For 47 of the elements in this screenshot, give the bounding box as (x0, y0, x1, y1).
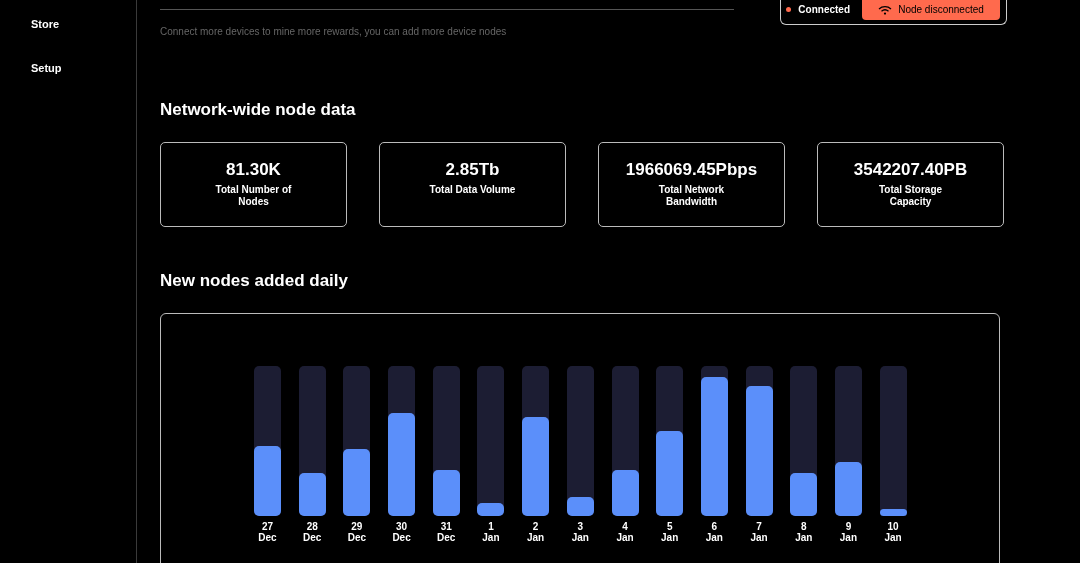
stat-value: 1966069.45Pbps (625, 160, 758, 180)
stat-value: 2.85Tb (445, 160, 500, 180)
date-label: 1 (488, 521, 494, 532)
stat-label: Total Storage Capacity (877, 184, 944, 208)
stat-value: 81.30K (226, 160, 281, 180)
stat-label: Total Number of Nodes (214, 184, 293, 208)
date-label: Jan (750, 532, 768, 543)
date-label: Jan (884, 532, 902, 543)
date-label: 28 (306, 521, 318, 532)
stat-label: Total Network Bandwidth (657, 184, 726, 208)
date-label: Jan (571, 532, 589, 543)
date-label: Dec (258, 532, 277, 543)
sidebar-item[interactable]: Store (31, 18, 60, 30)
date-label: 5 (666, 521, 673, 532)
stat-value: 3542207.40PB (853, 160, 968, 180)
date-label: 31 (440, 521, 452, 532)
date-label: Jan (795, 532, 813, 543)
date-label: 4 (622, 521, 628, 532)
date-label: 6 (711, 521, 718, 532)
wifi-icon (878, 4, 893, 15)
date-label: Dec (437, 532, 456, 543)
status-dot (786, 7, 792, 12)
date-label: 9 (845, 521, 852, 532)
connection-status: Connected (798, 4, 850, 15)
date-label: 2 (532, 521, 539, 532)
date-label: 10 (887, 521, 899, 532)
section-title: New nodes added daily (160, 270, 348, 292)
date-label: Dec (392, 532, 411, 543)
date-label: Jan (616, 532, 634, 543)
date-label: 27 (261, 521, 274, 532)
date-label: Jan (705, 532, 723, 543)
section-title: Network-wide node data (160, 99, 356, 121)
date-label: 8 (800, 521, 807, 532)
node-disconnected-button[interactable]: Node disconnected (862, 0, 1000, 20)
date-label: Jan (527, 532, 545, 543)
date-label: 7 (756, 521, 762, 532)
date-label: 29 (351, 521, 363, 532)
stat-label: Total Data Volume (428, 184, 517, 196)
date-label: 30 (396, 521, 408, 532)
sidebar-item[interactable]: Setup (31, 62, 62, 74)
date-label: Dec (303, 532, 322, 543)
date-label: Jan (839, 532, 858, 543)
date-label: Jan (661, 532, 679, 543)
date-label: Dec (347, 532, 367, 543)
date-label: Jan (482, 532, 500, 543)
date-label: 3 (577, 521, 584, 532)
subtitle: Connect more devices to mine more rewards, you can add more device nodes (160, 26, 508, 37)
